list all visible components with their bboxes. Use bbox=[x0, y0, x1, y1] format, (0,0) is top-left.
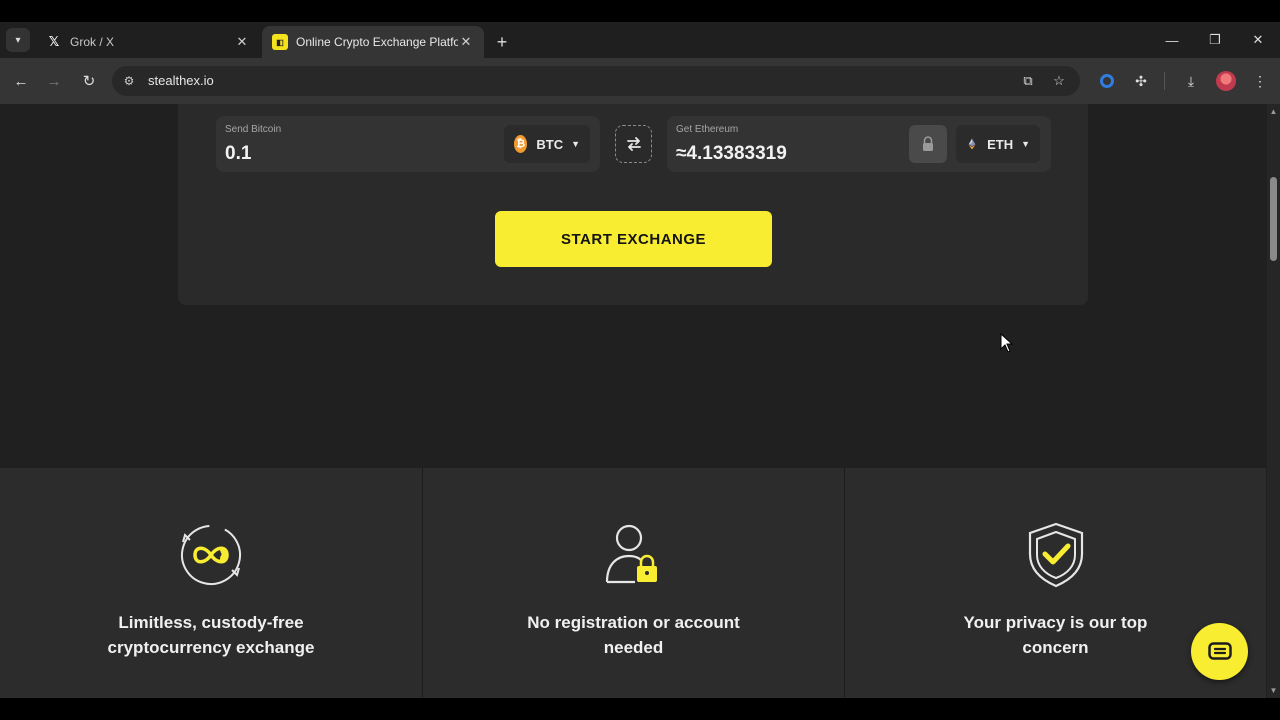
scrollbar-thumb[interactable] bbox=[1270, 177, 1277, 261]
get-currency-select[interactable]: ETH ▼ bbox=[956, 125, 1040, 163]
bitcoin-icon: ₿ bbox=[514, 135, 528, 153]
ethereum-icon bbox=[968, 138, 976, 150]
live-chat-button[interactable] bbox=[1191, 623, 1248, 680]
feature-card: No registration or account needed bbox=[422, 468, 844, 698]
forward-button[interactable]: → bbox=[42, 69, 66, 93]
swap-currencies-button[interactable] bbox=[615, 125, 652, 163]
scroll-up-arrow-icon[interactable]: ▲ bbox=[1269, 107, 1278, 116]
menu-kebab-icon[interactable]: ⋮ bbox=[1249, 70, 1271, 92]
start-exchange-button[interactable]: START EXCHANGE bbox=[495, 211, 772, 267]
close-icon[interactable]: ✕ bbox=[458, 34, 474, 50]
send-amount-input[interactable]: 0.1 bbox=[225, 143, 251, 165]
extensions-puzzle-icon[interactable]: ✣ bbox=[1130, 70, 1152, 92]
send-currency-code: BTC bbox=[536, 136, 564, 152]
caret-down-icon: ▼ bbox=[571, 139, 580, 149]
url-text: stealthex.io bbox=[148, 73, 214, 88]
scroll-down-arrow-icon[interactable]: ▼ bbox=[1269, 686, 1278, 695]
tab-search-button[interactable]: ▾ bbox=[6, 28, 30, 52]
feature-card: Limitless, custody-free cryptocurrency e… bbox=[0, 468, 422, 698]
install-app-icon[interactable]: ⧉ bbox=[1019, 72, 1037, 90]
send-label: Send Bitcoin bbox=[225, 124, 282, 135]
get-label: Get Ethereum bbox=[676, 124, 739, 135]
back-button[interactable]: ← bbox=[9, 69, 33, 93]
send-currency-select[interactable]: ₿ BTC ▼ bbox=[504, 125, 590, 163]
profile-avatar[interactable] bbox=[1216, 71, 1236, 91]
browser-toolbar: ← → ↻ ⚙ stealthex.io ⧉ ☆ ✣ ⤓ ⋮ bbox=[0, 58, 1280, 104]
swap-arrows-icon bbox=[626, 137, 641, 151]
close-window-button[interactable]: ✕ bbox=[1238, 28, 1278, 52]
reload-button[interactable]: ↻ bbox=[77, 69, 101, 93]
exchange-form: Send Bitcoin 0.1 ₿ BTC ▼ Get Ethereum ≈4… bbox=[178, 104, 1088, 305]
page-scrollbar[interactable]: ▲ ▼ bbox=[1267, 104, 1280, 698]
tab-strip: ▾ 𝕏 Grok / X ✕ ◧ Online Crypto Exchange … bbox=[0, 22, 1280, 58]
mouse-cursor-icon bbox=[1000, 333, 1014, 353]
send-field[interactable]: Send Bitcoin 0.1 ₿ BTC ▼ bbox=[216, 116, 600, 172]
minimize-button[interactable]: — bbox=[1152, 28, 1192, 52]
lock-icon bbox=[923, 136, 933, 151]
tab-grok[interactable]: 𝕏 Grok / X ✕ bbox=[36, 26, 260, 58]
bookmark-star-icon[interactable]: ☆ bbox=[1050, 72, 1068, 90]
infinity-icon bbox=[181, 525, 241, 585]
get-amount-value: ≈4.13383319 bbox=[676, 143, 787, 164]
user-lock-icon bbox=[605, 524, 657, 584]
extension-icon[interactable] bbox=[1096, 70, 1118, 92]
get-field: Get Ethereum ≈4.13383319 ETH ▼ bbox=[667, 116, 1051, 172]
feature-text: Limitless, custody-free cryptocurrency e… bbox=[107, 613, 315, 657]
screen: ▾ 𝕏 Grok / X ✕ ◧ Online Crypto Exchange … bbox=[0, 0, 1280, 720]
caret-down-icon: ▼ bbox=[1021, 139, 1030, 149]
toolbar-divider bbox=[1164, 72, 1165, 90]
fixed-rate-lock-button[interactable] bbox=[909, 125, 947, 163]
address-bar[interactable]: ⚙ stealthex.io ⧉ ☆ bbox=[112, 66, 1080, 96]
close-icon[interactable]: ✕ bbox=[234, 34, 250, 50]
restore-button[interactable]: ❐ bbox=[1195, 28, 1235, 52]
site-settings-icon[interactable]: ⚙ bbox=[120, 72, 138, 90]
shield-check-icon bbox=[1028, 522, 1083, 588]
web-page: Send Bitcoin 0.1 ₿ BTC ▼ Get Ethereum ≈4… bbox=[0, 104, 1267, 698]
stealthex-favicon-icon: ◧ bbox=[272, 34, 288, 50]
tab-stealthex[interactable]: ◧ Online Crypto Exchange Platfor ✕ bbox=[262, 26, 484, 58]
feature-text: No registration or account needed bbox=[527, 613, 740, 657]
tab-title: Online Crypto Exchange Platfor bbox=[296, 35, 458, 49]
chat-icon bbox=[1207, 641, 1232, 660]
tab-title: Grok / X bbox=[70, 35, 115, 49]
x-logo-icon: 𝕏 bbox=[48, 34, 60, 50]
get-currency-code: ETH bbox=[987, 136, 1014, 152]
new-tab-button[interactable]: + bbox=[490, 30, 514, 54]
features-section: Limitless, custody-free cryptocurrency e… bbox=[0, 468, 1267, 698]
download-icon[interactable]: ⤓ bbox=[1180, 70, 1202, 92]
